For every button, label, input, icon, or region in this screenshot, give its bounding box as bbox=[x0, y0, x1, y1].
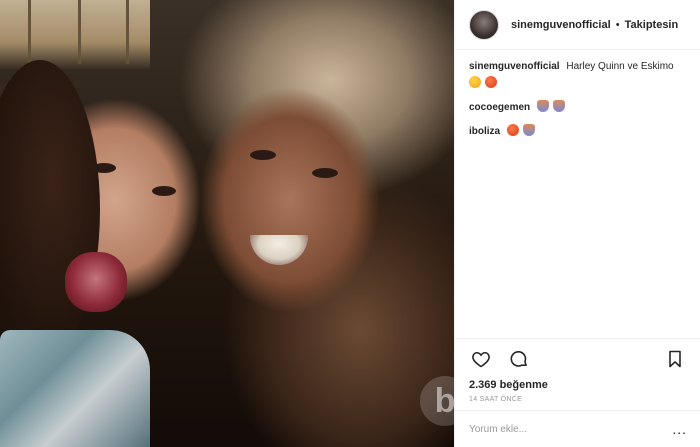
angry-face-emoji bbox=[484, 76, 497, 88]
bookmark-icon[interactable] bbox=[663, 347, 687, 371]
tongue-face-emoji bbox=[469, 76, 481, 88]
post-actions: 2.369 beğenme 14 SAAT ÖNCE bbox=[455, 338, 700, 403]
following-button[interactable]: Takiptesin bbox=[625, 19, 679, 31]
background-window bbox=[0, 0, 150, 70]
heart-icon[interactable] bbox=[469, 347, 493, 371]
heart-eyes-emoji bbox=[506, 124, 519, 136]
comment-username[interactable]: cocoegemen bbox=[469, 102, 530, 113]
more-options-icon[interactable]: ... bbox=[672, 422, 687, 436]
watermark-logo: b bbox=[420, 376, 454, 426]
post-sidebar: sinemguvenofficial • Takiptesin sinemguv… bbox=[454, 0, 700, 447]
right-person-smile bbox=[250, 235, 308, 265]
comment-text: Harley Quinn ve Eskimo bbox=[566, 61, 674, 72]
person-emoji bbox=[522, 124, 535, 136]
left-person-hair bbox=[0, 60, 100, 360]
comment-item: cocoegemen bbox=[469, 100, 686, 115]
person-emoji bbox=[536, 100, 549, 112]
post-header: sinemguvenofficial • Takiptesin bbox=[455, 0, 700, 50]
action-icons bbox=[469, 347, 687, 371]
left-person-mouth bbox=[65, 252, 127, 312]
comment-bubble-icon[interactable] bbox=[507, 347, 531, 371]
comment-item: iboliza bbox=[469, 124, 686, 139]
scarf bbox=[0, 330, 150, 447]
left-person-eye bbox=[92, 163, 116, 173]
likes-count[interactable]: 2.369 beğenme bbox=[469, 379, 687, 391]
avatar[interactable] bbox=[469, 9, 499, 40]
right-person-eye bbox=[312, 168, 338, 178]
comment-input[interactable] bbox=[469, 423, 673, 435]
comment-item: sinemguvenofficial Harley Quinn ve Eskim… bbox=[469, 60, 686, 91]
comment-username[interactable]: sinemguvenofficial bbox=[469, 61, 560, 72]
comments-list: sinemguvenofficial Harley Quinn ve Eskim… bbox=[455, 50, 700, 139]
add-comment-bar: ... bbox=[455, 410, 700, 447]
right-person-eye bbox=[250, 150, 276, 160]
header-separator: • bbox=[615, 18, 620, 31]
header-username[interactable]: sinemguvenofficial bbox=[511, 19, 611, 31]
person-emoji bbox=[552, 100, 565, 112]
post-photo[interactable]: b bbox=[0, 0, 454, 447]
header-text: sinemguvenofficial • Takiptesin bbox=[511, 19, 678, 31]
comment-username[interactable]: iboliza bbox=[469, 126, 500, 137]
left-person-eye bbox=[152, 186, 176, 196]
post-time[interactable]: 14 SAAT ÖNCE bbox=[469, 396, 687, 403]
